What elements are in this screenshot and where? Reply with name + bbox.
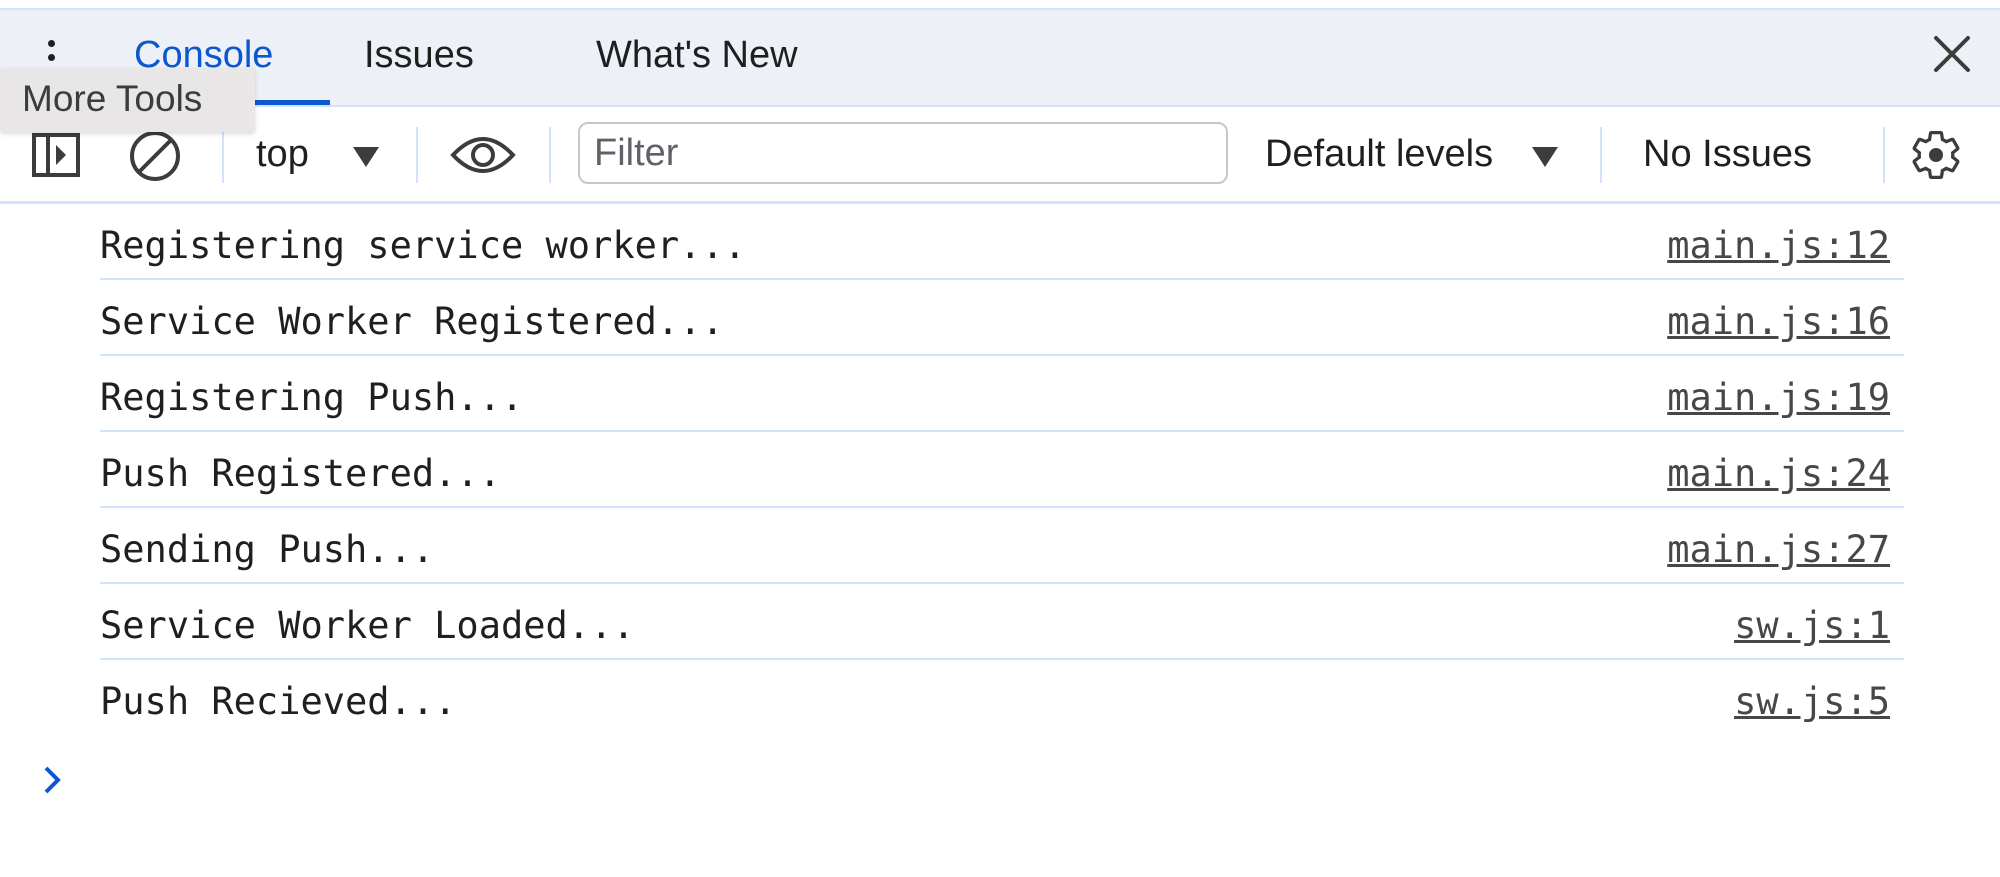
- source-link[interactable]: sw.js:5: [1734, 680, 1890, 723]
- console-message: Sending Push... main.js:27: [100, 508, 1904, 584]
- close-devtools-button[interactable]: [1930, 32, 1974, 76]
- context-dropdown-icon: [353, 147, 379, 167]
- console-settings-button[interactable]: [1908, 127, 1964, 188]
- toolbar-divider: [1600, 127, 1602, 183]
- toolbar-divider: [416, 127, 418, 183]
- toolbar-divider: [222, 127, 224, 183]
- levels-dropdown-icon: [1532, 147, 1558, 167]
- filter-input[interactable]: [578, 122, 1228, 184]
- message-text: Service Worker Registered...: [100, 300, 724, 343]
- console-toolbar: top Default levels No Issues: [0, 107, 2000, 204]
- close-icon: [1934, 36, 1970, 72]
- toolbar-divider: [1883, 127, 1885, 183]
- source-link[interactable]: main.js:27: [1667, 528, 1890, 571]
- clear-console-icon: [130, 131, 180, 181]
- message-text: Registering service worker...: [100, 224, 747, 267]
- source-link[interactable]: main.js:16: [1667, 300, 1890, 343]
- show-sidebar-button[interactable]: [32, 133, 82, 182]
- issues-counter[interactable]: No Issues: [1643, 133, 1812, 176]
- source-link[interactable]: main.js:19: [1667, 376, 1890, 419]
- gear-icon: [1912, 130, 1960, 180]
- devtools-tab-bar: Console Issues What's New: [0, 10, 2000, 107]
- source-link[interactable]: sw.js:1: [1734, 604, 1890, 647]
- message-text: Registering Push...: [100, 376, 524, 419]
- source-link[interactable]: main.js:24: [1667, 452, 1890, 495]
- message-text: Service Worker Loaded...: [100, 604, 635, 647]
- source-link[interactable]: main.js:12: [1667, 224, 1890, 267]
- console-message: Registering Push... main.js:19: [100, 356, 1904, 432]
- message-text: Sending Push...: [100, 528, 435, 571]
- top-strip: [0, 0, 2000, 10]
- toolbar-divider: [549, 127, 551, 183]
- prompt-chevron-icon: [44, 766, 61, 794]
- console-message: Push Registered... main.js:24: [100, 432, 1904, 508]
- console-message: Registering service worker... main.js:12: [100, 204, 1904, 280]
- log-levels-label: Default levels: [1265, 133, 1494, 175]
- more-tools-tooltip: More Tools: [0, 68, 255, 132]
- console-message: Push Recieved... sw.js:5: [100, 660, 1904, 734]
- console-message: Service Worker Registered... main.js:16: [100, 280, 1904, 356]
- sidebar-toggle-icon: [32, 133, 80, 177]
- tooltip-text: More Tools: [22, 78, 203, 119]
- context-label: top: [256, 133, 309, 175]
- tab-whats-new[interactable]: What's New: [596, 34, 798, 77]
- message-text: Push Registered...: [100, 452, 501, 495]
- clear-console-button[interactable]: [128, 129, 182, 188]
- message-text: Push Recieved...: [100, 680, 457, 723]
- console-prompt[interactable]: [40, 762, 64, 798]
- eye-icon: [450, 137, 516, 173]
- live-expression-button[interactable]: [450, 133, 516, 182]
- console-message: Service Worker Loaded... sw.js:1: [100, 584, 1904, 660]
- tab-issues[interactable]: Issues: [364, 34, 474, 77]
